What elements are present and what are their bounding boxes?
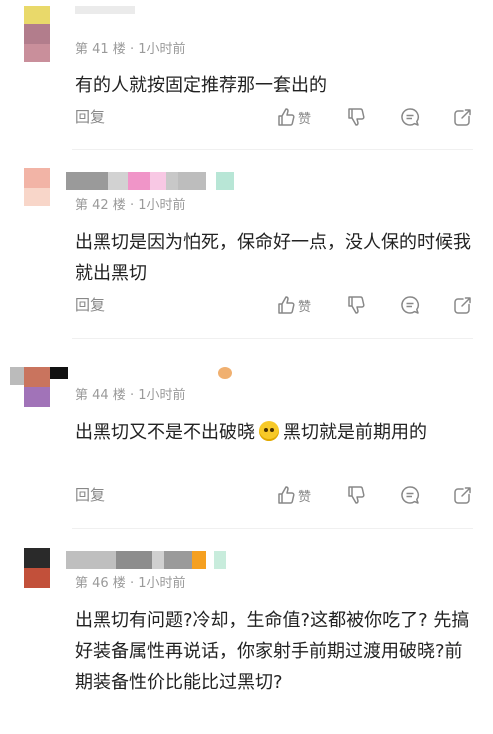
like-label: 赞 (298, 299, 312, 315)
post-time: 1小时前 (138, 388, 186, 403)
avatar[interactable] (24, 367, 50, 407)
post-meta: 第 42 楼 · 1小时前 (75, 194, 186, 213)
dislike-button[interactable] (346, 106, 366, 128)
thumbs-down-icon (348, 108, 365, 126)
like-button[interactable]: 赞 (276, 294, 311, 316)
share-button[interactable] (453, 106, 473, 128)
comment-post-46: 第 46 楼 · 1小时前 出黑切有问题?冷却，生命值?这都被你吃了? 先搞好装… (0, 530, 493, 734)
post-time: 1小时前 (138, 42, 186, 57)
avatar[interactable] (24, 168, 50, 206)
meta-separator: · (129, 576, 135, 591)
comment-icon (401, 108, 419, 126)
comment-text: 有的人就按固定推荐那一套出的 (75, 75, 327, 96)
comment-text: 出黑切是因为怕死，保命好一点，没人保的时候我就出黑切 (75, 232, 471, 284)
comment-post-42: 第 42 楼 · 1小时前 出黑切是因为怕死，保命好一点，没人保的时候我就出黑切… (0, 150, 493, 350)
comment-text: 出黑切又不是不出破晓 黑切就是前期用的 (75, 417, 475, 448)
username-redacted[interactable] (50, 367, 240, 379)
action-bar: 回复 赞 (0, 294, 493, 318)
thumbs-down-icon (348, 486, 365, 504)
avatar[interactable] (24, 548, 50, 588)
action-bar: 回复 赞 (0, 106, 493, 130)
thumbs-up-icon (278, 108, 295, 126)
username-redacted[interactable] (66, 172, 246, 190)
share-icon (454, 487, 471, 504)
divider (72, 338, 473, 339)
meta-separator: · (129, 42, 135, 57)
reply-button[interactable]: 回复 (75, 106, 105, 127)
comment-icon (401, 296, 419, 314)
comment-text-part: 黑切就是前期用的 (283, 422, 427, 443)
dislike-button[interactable] (346, 294, 366, 316)
thumbs-up-icon (278, 296, 295, 314)
comment-post-41: 第 41 楼 · 1小时前 有的人就按固定推荐那一套出的 回复 赞 (0, 0, 493, 148)
username-redacted[interactable] (10, 367, 24, 385)
floor-number: 第 44 楼 (75, 388, 126, 403)
comment-text-part: 出黑切又不是不出破晓 (75, 422, 255, 443)
comment-button[interactable] (400, 484, 420, 506)
floor-number: 第 42 楼 (75, 198, 126, 213)
meta-separator: · (129, 388, 135, 403)
comment-icon (401, 486, 419, 504)
post-meta: 第 44 楼 · 1小时前 (75, 384, 186, 403)
reply-button[interactable]: 回复 (75, 294, 105, 315)
post-time: 1小时前 (138, 576, 186, 591)
post-meta: 第 46 楼 · 1小时前 (75, 572, 186, 591)
comment-button[interactable] (400, 294, 420, 316)
thumbs-down-icon (348, 296, 365, 314)
username-redacted[interactable] (75, 6, 135, 14)
floor-number: 第 46 楼 (75, 576, 126, 591)
thumbs-up-icon (278, 486, 295, 504)
post-meta: 第 41 楼 · 1小时前 (75, 38, 186, 57)
like-button[interactable]: 赞 (276, 106, 311, 128)
post-time: 1小时前 (138, 198, 186, 213)
action-bar: 回复 赞 (0, 484, 493, 508)
comment-post-44: 第 44 楼 · 1小时前 出黑切又不是不出破晓 黑切就是前期用的 回复 赞 (0, 340, 493, 536)
like-label: 赞 (298, 111, 312, 127)
share-icon (454, 109, 471, 126)
divider (72, 528, 473, 529)
avatar[interactable] (24, 6, 50, 62)
reply-button[interactable]: 回复 (75, 484, 105, 505)
dislike-button[interactable] (346, 484, 366, 506)
comment-text: 出黑切有问题?冷却，生命值?这都被你吃了? 先搞好装备属性再说话，你家射手前期过… (75, 610, 470, 693)
share-icon (454, 297, 471, 314)
share-button[interactable] (453, 294, 473, 316)
floor-number: 第 41 楼 (75, 42, 126, 57)
comment-button[interactable] (400, 106, 420, 128)
username-redacted[interactable] (66, 551, 226, 569)
share-button[interactable] (453, 484, 473, 506)
like-button[interactable]: 赞 (276, 484, 311, 506)
meta-separator: · (129, 198, 135, 213)
grinning-face-emoji (259, 421, 279, 441)
like-label: 赞 (298, 489, 312, 505)
